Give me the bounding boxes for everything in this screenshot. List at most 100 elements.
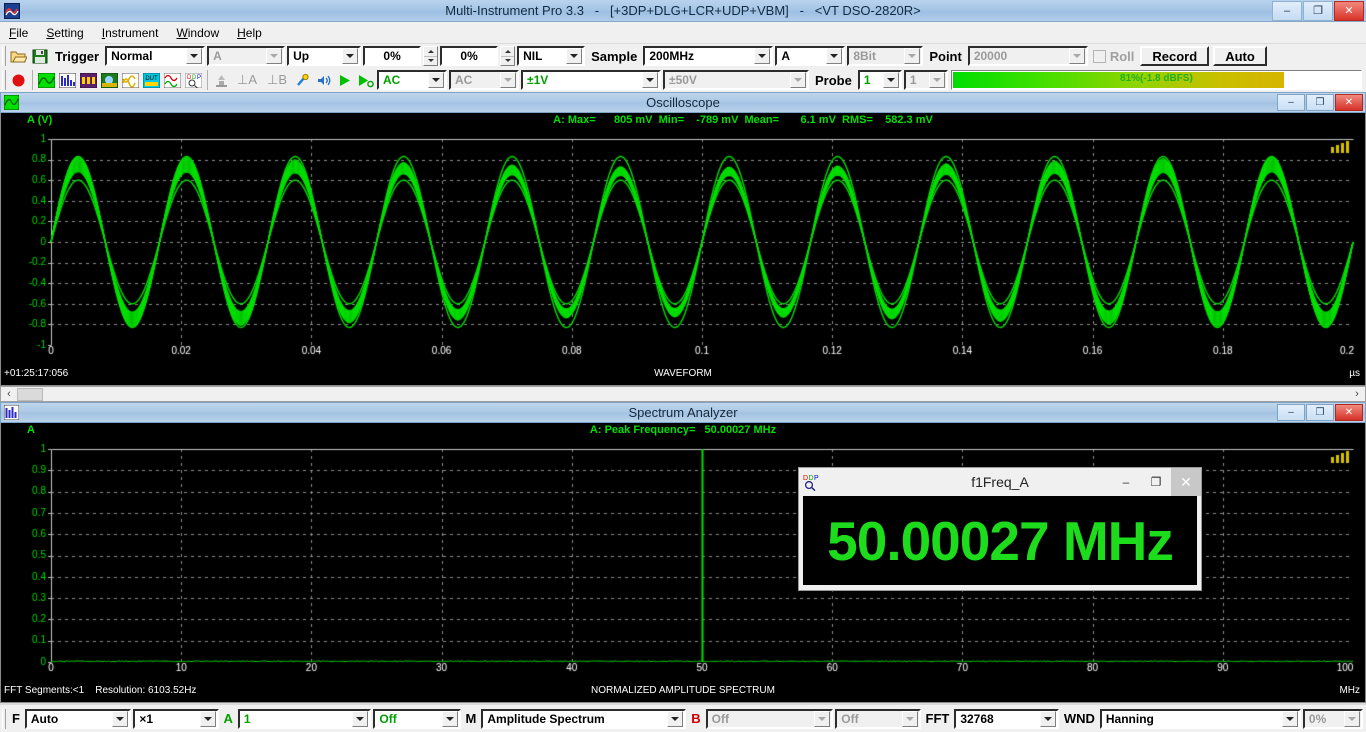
probe-b-select[interactable]: 1 (904, 70, 948, 90)
scroll-left-icon[interactable]: ‹ (1, 388, 17, 400)
toolbar-grip[interactable] (2, 46, 6, 66)
chevron-down-icon[interactable] (186, 48, 202, 64)
record-length-select[interactable]: 20000 (968, 46, 1088, 66)
f-mult-select[interactable]: ×1 (133, 709, 218, 729)
b-value-select[interactable]: Off (706, 709, 834, 729)
chevron-down-icon[interactable] (904, 48, 920, 64)
trigger-nil-select[interactable]: NIL (517, 46, 585, 66)
chevron-down-icon[interactable] (902, 711, 918, 727)
chevron-down-icon[interactable] (112, 711, 128, 727)
m-value-select[interactable]: Amplitude Spectrum (481, 709, 686, 729)
open-folder-icon[interactable] (8, 46, 29, 67)
menu-help[interactable]: Help (228, 24, 271, 42)
save-disk-icon[interactable] (29, 46, 50, 67)
ground-a-label[interactable]: ⊥A (232, 72, 262, 88)
checkbox-box[interactable] (1093, 50, 1106, 63)
oscilloscope-canvas-area[interactable] (1, 129, 1365, 357)
menu-instrument[interactable]: Instrument (93, 24, 168, 42)
chevron-down-icon[interactable] (1282, 711, 1298, 727)
toolbar-grip[interactable] (2, 709, 6, 729)
menu-window[interactable]: Window (167, 24, 228, 42)
oscilloscope-trace[interactable] (1, 129, 1365, 357)
chevron-down-icon[interactable] (883, 72, 899, 88)
fft-size-value: 32768 (960, 712, 1040, 726)
stepper-down-icon[interactable] (501, 57, 514, 66)
trigger-slope-select[interactable]: Up (287, 46, 361, 66)
ground-b-label[interactable]: ⊥B (262, 72, 292, 88)
trigger-delay-input[interactable]: 0% (440, 46, 498, 66)
signal-generator-icon[interactable] (120, 70, 141, 91)
overlap-select[interactable]: 0% (1303, 709, 1363, 729)
chevron-down-icon[interactable] (790, 72, 806, 88)
probe-a-select[interactable]: 1 (858, 70, 902, 90)
channel-select[interactable]: A (775, 46, 845, 66)
chevron-down-icon[interactable] (667, 711, 683, 727)
chevron-down-icon[interactable] (814, 711, 830, 727)
a-off-select[interactable]: Off (373, 709, 460, 729)
coupling-a-select[interactable]: AC (377, 70, 447, 90)
trigger-source-value: A (213, 49, 266, 63)
chevron-down-icon[interactable] (566, 48, 582, 64)
f-mult-value: ×1 (139, 712, 199, 726)
scrollbar-thumb[interactable] (17, 388, 43, 401)
chevron-down-icon[interactable] (1344, 711, 1360, 727)
toolbar-grip[interactable] (2, 70, 6, 90)
chevron-down-icon[interactable] (428, 72, 444, 88)
stepper-up-icon[interactable] (424, 47, 437, 57)
data-logger-icon[interactable] (99, 70, 120, 91)
fft-label: FFT (922, 711, 954, 726)
record-red-dot-icon[interactable] (8, 70, 29, 91)
auto-button[interactable]: Auto (1213, 46, 1267, 66)
f1freq-window[interactable]: DDP f1Freq_A – ❐ ✕ 50.00027 MHz (798, 467, 1202, 591)
trigger-level-stepper[interactable] (423, 46, 438, 66)
roll-checkbox[interactable]: Roll (1089, 49, 1139, 64)
menu-window-accel: W (176, 26, 187, 40)
trigger-level-input[interactable]: 0% (363, 46, 421, 66)
window-function-select[interactable]: Hanning (1100, 709, 1301, 729)
menu-file[interactable]: File (0, 24, 37, 42)
ddp-viewer-icon[interactable]: DDP (183, 70, 204, 91)
chevron-down-icon[interactable] (929, 72, 945, 88)
a-value-select[interactable]: 1 (238, 709, 371, 729)
resolution-select[interactable]: 8Bit (847, 46, 923, 66)
maximize-button[interactable]: ❐ (1303, 1, 1333, 21)
chevron-down-icon[interactable] (1069, 48, 1085, 64)
spectrum-analyzer-icon[interactable] (57, 70, 78, 91)
oscilloscope-icon[interactable] (36, 70, 57, 91)
device-test-plan-icon[interactable]: DUT (141, 70, 162, 91)
chevron-down-icon[interactable] (1040, 711, 1056, 727)
step-run-icon[interactable] (355, 70, 376, 91)
chevron-down-icon[interactable] (642, 72, 658, 88)
stepper-down-icon[interactable] (424, 57, 437, 66)
oscilloscope-hscrollbar[interactable]: ‹ › (0, 386, 1366, 402)
sound-card-icon[interactable] (313, 70, 334, 91)
probe-compensation-icon[interactable] (292, 70, 313, 91)
record-button[interactable]: Record (1140, 46, 1209, 66)
range-b-select[interactable]: ±50V (663, 70, 809, 90)
close-button[interactable]: ✕ (1334, 1, 1364, 21)
chevron-down-icon[interactable] (754, 48, 770, 64)
menu-setting[interactable]: Setting (37, 24, 92, 42)
stepper-up-icon[interactable] (501, 47, 514, 57)
range-a-select[interactable]: ±1V (521, 70, 661, 90)
chevron-down-icon[interactable] (500, 72, 516, 88)
chevron-down-icon[interactable] (826, 48, 842, 64)
chevron-down-icon[interactable] (342, 48, 358, 64)
b-off-select[interactable]: Off (835, 709, 920, 729)
coupling-b-select[interactable]: AC (449, 70, 519, 90)
trigger-mode-select[interactable]: Normal (105, 46, 205, 66)
chevron-down-icon[interactable] (442, 711, 458, 727)
f-mode-select[interactable]: Auto (25, 709, 131, 729)
chevron-down-icon[interactable] (352, 711, 368, 727)
multimeter-icon[interactable] (78, 70, 99, 91)
trigger-delay-stepper[interactable] (500, 46, 515, 66)
fft-size-select[interactable]: 32768 (954, 709, 1059, 729)
trigger-source-select[interactable]: A (207, 46, 285, 66)
run-play-icon[interactable] (334, 70, 355, 91)
minimize-button[interactable]: – (1272, 1, 1302, 21)
chevron-down-icon[interactable] (200, 711, 216, 727)
lcr-meter-icon[interactable] (162, 70, 183, 91)
sample-rate-select[interactable]: 200MHz (643, 46, 773, 66)
chevron-down-icon[interactable] (266, 48, 282, 64)
scroll-right-icon[interactable]: › (1349, 388, 1365, 400)
